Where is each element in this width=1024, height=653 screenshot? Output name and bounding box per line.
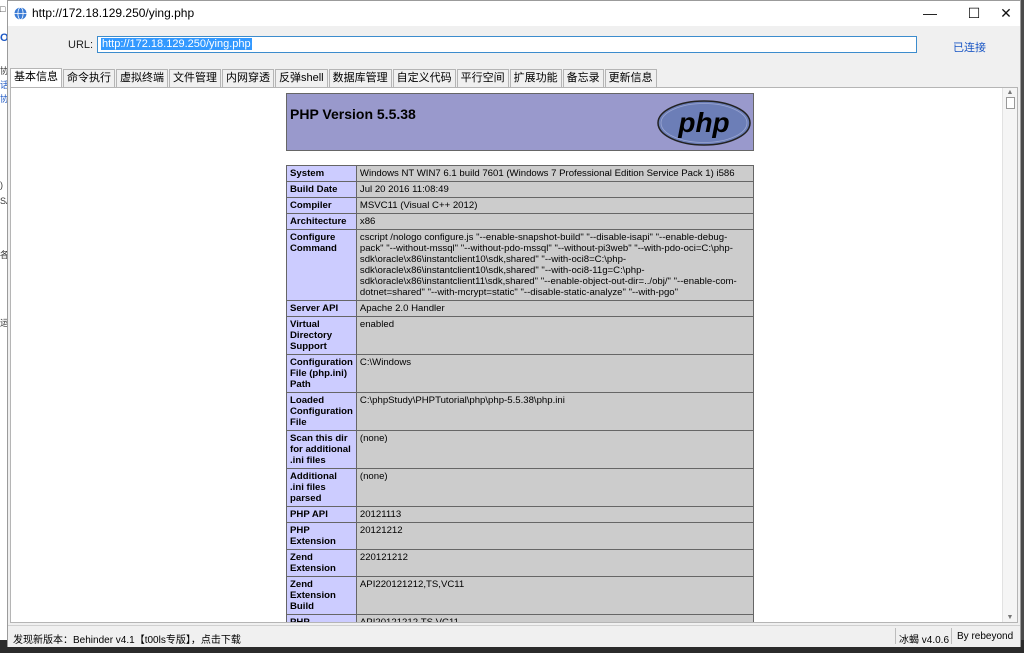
phpinfo-value: C:\phpStudy\PHPTutorial\php\php-5.5.38\p… (355, 392, 755, 431)
scroll-up-icon[interactable]: ▲ (1003, 88, 1017, 97)
phpinfo-key: Build Date (286, 181, 357, 198)
phpinfo-row: Loaded Configuration File C:\phpStudy\PHP… (286, 392, 755, 431)
phpinfo-row: Server API Apache 2.0 Handler (286, 300, 755, 317)
phpinfo-row: Configuration File (php.ini) Path C:\Wind… (286, 354, 755, 393)
tab-basic-info[interactable]: 基本信息 (10, 68, 62, 87)
phpinfo-key: Server API (286, 300, 357, 317)
phpinfo-row: Architecture x86 (286, 213, 755, 230)
close-button[interactable]: ✕ (984, 1, 1024, 26)
phpinfo-row: Build Date Jul 20 2016 11:08:49 (286, 181, 755, 198)
phpinfo-view[interactable]: PHP Version 5.5.38 php System Windows NT … (10, 87, 1018, 623)
phpinfo-key: Loaded Configuration File (286, 392, 357, 431)
url-label: URL: (68, 39, 94, 51)
phpinfo-key: PHP (286, 614, 357, 622)
scroll-thumb[interactable] (1006, 97, 1015, 109)
phpinfo-key: Scan this dir for additional .ini files (286, 430, 357, 469)
phpinfo-key: Configuration File (php.ini) Path (286, 354, 357, 393)
phpinfo-row: Scan this dir for additional .ini files(… (286, 430, 755, 469)
phpinfo-key: Additional .ini files parsed (286, 468, 357, 507)
behinder-window: http://172.18.129.250/ying.php — ☐ ✕ URL… (7, 0, 1021, 647)
scroll-down-icon[interactable]: ▼ (1003, 613, 1017, 622)
phpinfo-key: Zend Extension Build (286, 576, 357, 615)
title-bar[interactable]: http://172.18.129.250/ying.php — ☐ ✕ (8, 1, 1020, 26)
tab-update-info[interactable]: 更新信息 (604, 69, 657, 87)
phpinfo-key: PHP API (286, 506, 357, 523)
php-logo-text: php (677, 107, 729, 138)
phpinfo-value: cscript /nologo configure.js "--enable-s… (355, 229, 755, 301)
phpinfo-row: Zend Extension Build API220121212,TS,VC11 (286, 576, 755, 615)
phpinfo-value: 220121212 (355, 549, 755, 577)
phpinfo-row: Additional .ini files parsed (none) (286, 468, 755, 507)
tab-custom-code[interactable]: 自定义代码 (392, 69, 456, 87)
phpinfo-key: Compiler (286, 197, 357, 214)
update-notice[interactable]: 发现新版本：Behinder v4.1【t00ls专版】，点击下载 (13, 631, 241, 646)
phpinfo-row: PHP API 20121113 (286, 506, 755, 523)
status-bar: 发现新版本：Behinder v4.1【t00ls专版】，点击下载 冰蝎 v4.… (8, 625, 1020, 647)
phpinfo-row: Compiler MSVC11 (Visual C++ 2012) (286, 197, 755, 214)
phpinfo-value: MSVC11 (Visual C++ 2012) (355, 197, 755, 214)
phpinfo-row: Configure Command cscript /nologo configu… (286, 229, 755, 301)
phpinfo-value: Jul 20 2016 11:08:49 (355, 181, 755, 198)
phpinfo-value: enabled (355, 316, 755, 355)
tab-virtual-terminal[interactable]: 虚拟终端 (116, 69, 168, 87)
status-divider (951, 628, 952, 644)
phpinfo-row: System Windows NT WIN7 6.1 build 7601 (Wi… (286, 165, 755, 182)
status-divider (895, 628, 896, 644)
php-version-title: PHP Version 5.5.38 (290, 106, 416, 122)
phpinfo-key: Zend Extension (286, 549, 357, 577)
phpinfo-key: Virtual Directory Support (286, 316, 357, 355)
phpinfo-value: API20121212,TS,VC11 (355, 614, 755, 622)
phpinfo-row: PHP Extension 20121212 (286, 522, 755, 550)
phpinfo-value: Windows NT WIN7 6.1 build 7601 (Windows … (355, 165, 755, 182)
phpinfo-row: PHP API20121212,TS,VC11 (286, 614, 755, 622)
tab-parallel-space[interactable]: 平行空间 (456, 69, 509, 87)
app-author: By rebeyond (957, 631, 1014, 642)
phpinfo-value: (none) (355, 468, 755, 507)
tab-file-manager[interactable]: 文件管理 (169, 69, 221, 87)
url-input[interactable]: http://172.18.129.250/ying.php (97, 36, 917, 53)
tab-extensions[interactable]: 扩展功能 (509, 69, 562, 87)
window-title: http://172.18.129.250/ying.php (32, 6, 195, 20)
phpinfo-value: x86 (355, 213, 755, 230)
phpinfo-value: API220121212,TS,VC11 (355, 576, 755, 615)
php-version-header: PHP Version 5.5.38 php (286, 93, 754, 151)
tab-database-manager[interactable]: 数据库管理 (328, 69, 392, 87)
tab-reverse-shell[interactable]: 反弹shell (275, 69, 328, 87)
phpinfo-row: Zend Extension 220121212 (286, 549, 755, 577)
connection-status[interactable]: 已连接 (953, 39, 986, 55)
phpinfo-key: Configure Command (286, 229, 357, 301)
url-value: http://172.18.129.250/ying.php (101, 38, 252, 50)
phpinfo-key: Architecture (286, 213, 357, 230)
phpinfo-key: System (286, 165, 357, 182)
phpinfo-value: 20121113 (355, 506, 755, 523)
tab-intranet-tunnel[interactable]: 内网穿透 (222, 69, 274, 87)
tab-bar: 基本信息 命令执行 虚拟终端 文件管理 内网穿透 反弹shell 数据库管理 自… (10, 68, 658, 88)
phpinfo-value: Apache 2.0 Handler (355, 300, 755, 317)
tab-command-exec[interactable]: 命令执行 (63, 69, 115, 87)
vertical-scrollbar[interactable]: ▲ ▼ (1002, 88, 1017, 622)
minimize-button[interactable]: — (908, 1, 952, 26)
app-version: 冰蝎 v4.0.6 (899, 635, 950, 646)
phpinfo-value: 20121212 (355, 522, 755, 550)
url-bar: URL: http://172.18.129.250/ying.php 已连接 (8, 26, 1020, 66)
phpinfo-key: PHP Extension (286, 522, 357, 550)
phpinfo-table: System Windows NT WIN7 6.1 build 7601 (Wi… (286, 165, 755, 622)
globe-icon (14, 7, 27, 20)
php-logo: php (657, 100, 751, 146)
phpinfo-value: (none) (355, 430, 755, 469)
tab-memo[interactable]: 备忘录 (562, 69, 604, 87)
phpinfo-value: C:\Windows (355, 354, 755, 393)
phpinfo-row: Virtual Directory Support enabled (286, 316, 755, 355)
